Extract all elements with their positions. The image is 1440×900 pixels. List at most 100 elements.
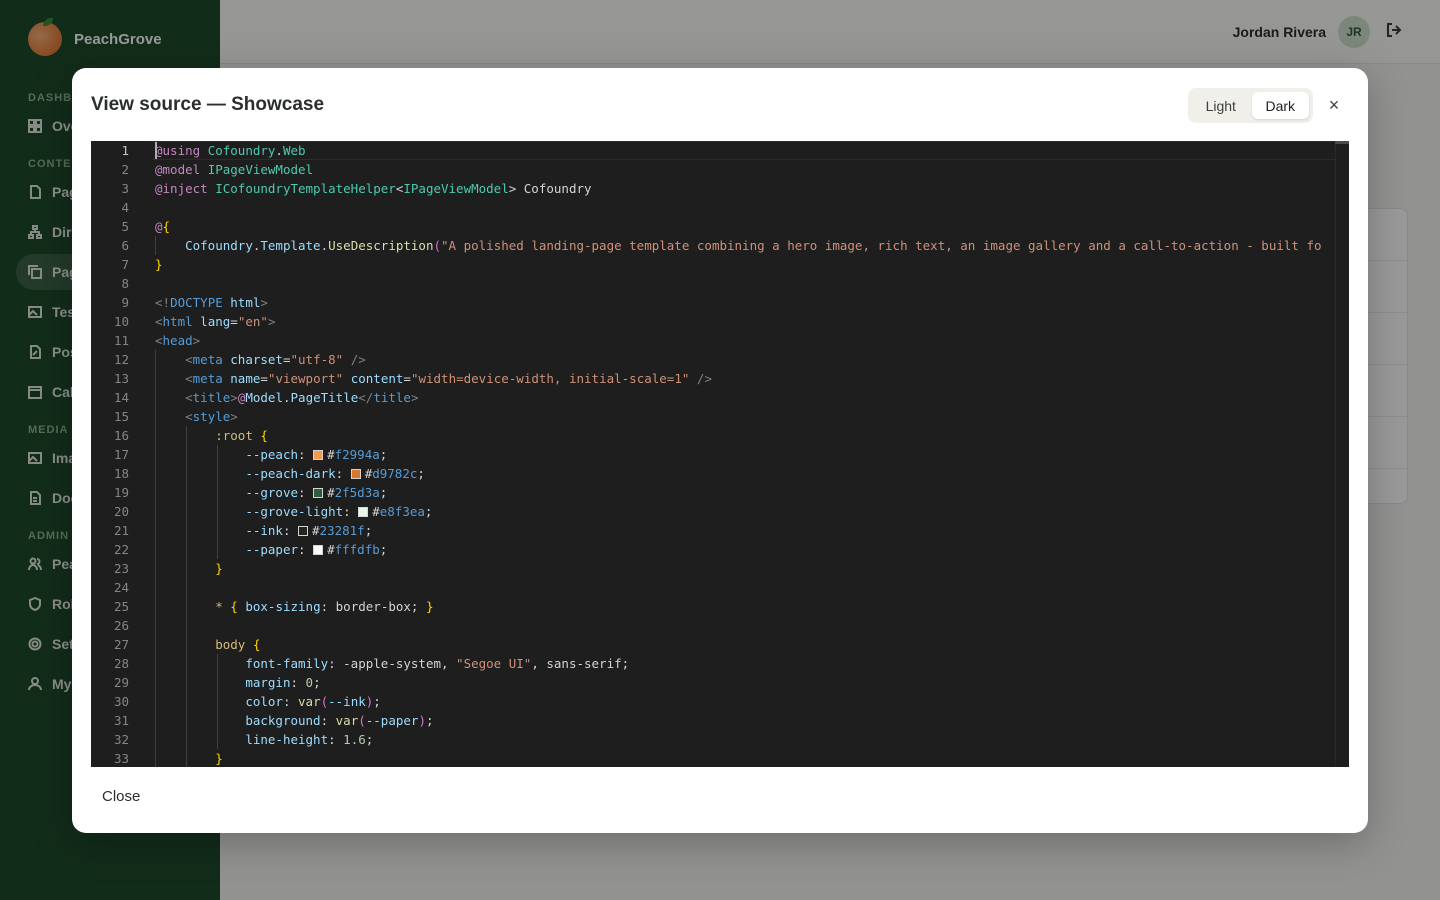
code-token: line-height [245,732,329,747]
code-token: : border-box; [320,599,426,614]
code-token: body [215,637,246,652]
code-line[interactable]: } [155,749,223,767]
line-number: 4 [121,200,129,215]
code-token: background [245,713,321,728]
code-token: --paper [245,542,298,557]
code-line[interactable]: background: var(--paper); [155,711,433,730]
code-token: html [230,295,261,310]
code-token: --grove [245,485,298,500]
code-line[interactable]: body { [155,635,260,654]
code-token: charset [230,352,283,367]
code-line[interactable]: <html lang="en"> [155,312,275,331]
code-token: box-sizing [245,599,321,614]
color-swatch [350,469,361,479]
code-token: @ [155,219,163,234]
code-line[interactable]: <style> [155,407,238,426]
code-line[interactable]: @{ [155,217,170,236]
code-line[interactable]: <!DOCTYPE html> [155,293,268,312]
code-token: } [215,751,223,766]
code-token: IPageViewModel [207,162,314,177]
code-token: } [155,257,163,272]
code-line[interactable]: margin: 0; [155,673,320,692]
code-line[interactable]: :root { [155,426,268,445]
code-token: html [162,314,193,329]
indent-guide [155,350,156,767]
code-token: fffdfb [334,542,380,557]
code-line[interactable]: color: var(--ink); [155,692,381,711]
color-swatch [313,450,324,460]
code-token: < [185,352,193,367]
code-token: > [192,333,201,348]
code-token: { [260,428,268,443]
line-number: 22 [113,542,129,557]
close-icon[interactable]: × [1324,95,1344,115]
code-token: ICofoundryTemplateHelper [215,181,396,196]
code-line[interactable]: line-height: 1.6; [155,730,373,749]
code-token: : [320,713,336,728]
line-number: 30 [113,694,129,709]
code-token: } [215,561,223,576]
scrollbar-thumb[interactable] [1335,141,1349,144]
code-line[interactable]: @inject ICofoundryTemplateHelper<IPageVi… [155,179,592,198]
code-line[interactable]: <head> [155,331,200,350]
code-line[interactable]: --grove: #2f5d3a; [155,483,387,502]
code-token: --ink [328,694,366,709]
code-line[interactable]: } [155,559,223,578]
code-token: : [335,466,351,481]
view-source-modal: View source — Showcase Light Dark × 1234… [72,68,1368,833]
line-number: 13 [113,371,129,386]
code-token: color [245,694,283,709]
code-line[interactable]: font-family: -apple-system, "Segoe UI", … [155,654,629,673]
code-token: Model [245,390,283,405]
code-token: DOCTYPE [170,295,223,310]
close-button[interactable]: Close [102,788,140,805]
code-line[interactable]: Cofoundry.Template.UseDescription("A pol… [155,236,1321,255]
code-token: --grove-light [245,504,344,519]
line-number: 6 [121,238,129,253]
code-line[interactable]: --grove-light: #e8f3ea; [155,502,432,521]
line-number: 27 [113,637,129,652]
line-number: 17 [113,447,129,462]
code-token: "en" [237,314,268,329]
code-token: : [298,542,314,557]
code-line[interactable]: @model IPageViewModel [155,160,313,179]
vertical-scrollbar[interactable] [1335,141,1349,767]
code-line[interactable]: --peach: #f2994a; [155,445,387,464]
code-token: ; [365,732,374,747]
line-number: 24 [113,580,129,595]
code-line[interactable]: <meta charset="utf-8" /> [155,350,366,369]
code-line[interactable]: * { box-sizing: border-box; } [155,597,433,616]
theme-option-light[interactable]: Light [1192,92,1250,119]
code-line[interactable]: <title>@Model.PageTitle</title> [155,388,418,407]
code-token: # [312,523,320,538]
code-line[interactable]: --paper: #fffdfb; [155,540,387,559]
theme-toggle: Light Dark [1188,88,1313,123]
code-token: > [267,314,276,329]
code-line[interactable]: } [155,255,163,274]
code-token: > [230,390,238,405]
line-number: 5 [121,219,129,234]
code-token: , sans-serif; [531,656,630,671]
code-editor[interactable]: 1 2 3 4 5 6 7 8 9 10 11 12 13 14 15 16 17 18 19 20 21 22 23 24 2… [91,141,1349,767]
code-line[interactable]: @using Cofoundry.Web [155,141,306,160]
code-line[interactable]: --peach-dark: #d9782c; [155,464,425,483]
code-token: : [298,447,314,462]
line-number: 29 [113,675,129,690]
code-line[interactable]: --ink: #23281f; [155,521,372,540]
line-number: 8 [121,276,129,291]
code-token: /> [696,371,712,386]
code-token: 23281f [319,523,365,538]
line-number: 21 [113,523,129,538]
theme-option-dark[interactable]: Dark [1251,92,1309,119]
code-line[interactable]: <meta name="viewport" content="width=dev… [155,369,712,388]
code-token: # [372,504,380,519]
